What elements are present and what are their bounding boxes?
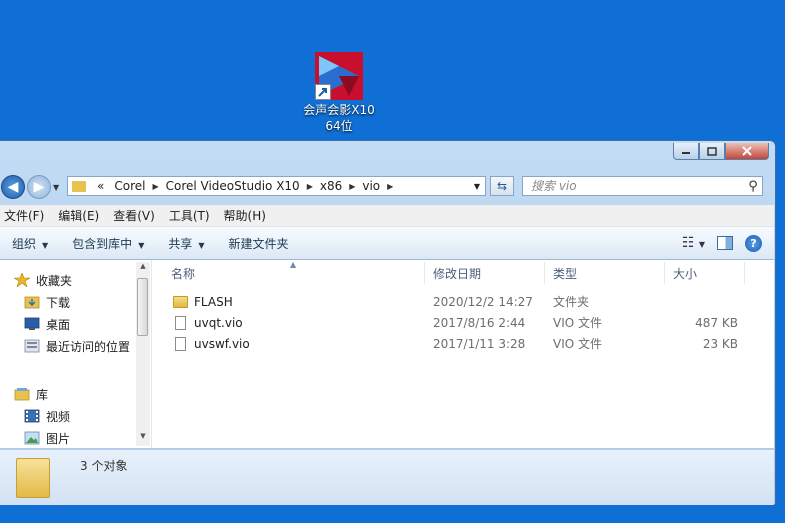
sidebar-item-pictures[interactable]: 图片 — [24, 428, 70, 448]
sidebar-scrollbar[interactable]: ▲ ▼ — [136, 262, 150, 446]
menu-tools[interactable]: 工具(T) — [162, 207, 217, 224]
corel-videostudio-icon — [315, 52, 363, 100]
share-button[interactable]: 共享 ▼ — [160, 235, 212, 252]
change-view-button[interactable]: ☷ ▼ — [682, 235, 705, 251]
navigation-bar: ◀ ▶ ▼ « Corel ▶ Corel VideoStudio X10 ▶ … — [1, 174, 771, 200]
file-size — [665, 291, 738, 312]
item-count: 3 个对象 — [80, 459, 128, 473]
file-name: uvqt.vio — [194, 315, 243, 330]
sidebar-item-recent-places[interactable]: 最近访问的位置 — [24, 336, 130, 356]
star-icon — [12, 272, 32, 288]
column-header-name[interactable]: 名称 ▲ — [153, 260, 425, 284]
breadcrumb-vio[interactable]: vio — [357, 179, 385, 193]
folder-icon — [72, 180, 86, 192]
table-row[interactable]: FLASH 2020/12/2 14:27 文件夹 — [153, 291, 773, 312]
table-row[interactable]: uvswf.vio 2017/1/11 3:28 VIO 文件 23 KB — [153, 333, 773, 354]
file-modified: 2017/1/11 3:28 — [433, 336, 526, 351]
file-list: 名称 ▲ 修改日期 类型 大小 FLASH 2020/12/2 14:27 文件… — [153, 260, 773, 448]
recent-places-icon — [24, 339, 40, 353]
chevron-right-icon[interactable]: ▶ — [347, 182, 357, 191]
include-in-library-button[interactable]: 包含到库中 ▼ — [64, 235, 152, 252]
back-arrow-icon: ◀ — [7, 179, 19, 195]
search-input[interactable] — [523, 179, 744, 193]
column-header-size[interactable]: 大小 — [665, 262, 745, 284]
menu-file[interactable]: 文件(F) — [0, 207, 51, 224]
organize-button[interactable]: 组织 ▼ — [4, 235, 56, 252]
forward-arrow-icon: ▶ — [33, 179, 45, 195]
desktop-icon — [24, 317, 40, 331]
file-type: VIO 文件 — [553, 337, 603, 351]
file-modified: 2017/8/16 2:44 — [433, 315, 526, 330]
desktop-icon-corel-videostudio[interactable]: 会声会影X10 64位 — [298, 52, 380, 134]
address-dropdown-icon[interactable]: ▼ — [469, 182, 485, 191]
file-type: 文件夹 — [553, 295, 590, 309]
breadcrumb-videostudio[interactable]: Corel VideoStudio X10 — [161, 179, 305, 193]
chevron-down-icon: ▼ — [42, 240, 49, 250]
caption-buttons — [673, 143, 769, 160]
sidebar-item-desktop[interactable]: 桌面 — [24, 314, 70, 334]
explorer-window: ◀ ▶ ▼ « Corel ▶ Corel VideoStudio X10 ▶ … — [0, 140, 776, 505]
file-icon — [175, 315, 186, 330]
file-type: VIO 文件 — [553, 316, 603, 330]
chevron-down-icon: ▼ — [698, 240, 705, 249]
preview-pane-icon[interactable] — [717, 236, 733, 250]
sidebar-item-downloads[interactable]: 下载 — [24, 292, 70, 312]
breadcrumb-overflow[interactable]: « — [92, 179, 109, 193]
sort-ascending-icon: ▲ — [290, 260, 297, 269]
library-icon — [14, 387, 30, 401]
table-row[interactable]: uvqt.vio 2017/8/16 2:44 VIO 文件 487 KB — [153, 312, 773, 333]
scroll-down-icon[interactable]: ▼ — [136, 432, 150, 446]
folder-icon — [173, 295, 188, 308]
file-size: 23 KB — [702, 336, 738, 351]
search-box: ⚲ — [522, 176, 763, 196]
file-modified: 2020/12/2 14:27 — [433, 294, 533, 309]
details-pane: 3 个对象 — [0, 449, 774, 505]
close-button[interactable] — [725, 143, 769, 160]
menu-bar: 文件(F) 编辑(E) 查看(V) 工具(T) 帮助(H) — [0, 205, 774, 227]
forward-button[interactable]: ▶ — [27, 175, 51, 199]
breadcrumb-corel[interactable]: Corel — [109, 179, 150, 193]
help-icon[interactable]: ? — [745, 234, 762, 252]
refresh-button[interactable]: ⇆ — [490, 176, 514, 196]
scroll-up-icon[interactable]: ▲ — [136, 262, 150, 276]
downloads-folder-icon — [24, 295, 40, 309]
file-size: 487 KB — [695, 315, 738, 330]
file-icon — [175, 336, 186, 351]
maximize-button[interactable] — [699, 143, 725, 160]
scrollbar-thumb[interactable] — [137, 278, 148, 336]
menu-view[interactable]: 查看(V) — [106, 207, 162, 224]
new-folder-button[interactable]: 新建文件夹 — [221, 235, 297, 252]
shortcut-arrow-icon — [315, 84, 331, 100]
chevron-down-icon: ▼ — [198, 240, 205, 250]
file-name: uvswf.vio — [194, 336, 250, 351]
recent-pages-dropdown[interactable]: ▼ — [53, 183, 59, 192]
video-library-icon — [24, 409, 40, 423]
menu-edit[interactable]: 编辑(E) — [51, 207, 106, 224]
pictures-library-icon — [24, 431, 40, 445]
address-bar[interactable]: « Corel ▶ Corel VideoStudio X10 ▶ x86 ▶ … — [67, 176, 486, 196]
command-bar: 组织 ▼ 包含到库中 ▼ 共享 ▼ 新建文件夹 ☷ ▼ ? — [0, 227, 774, 260]
breadcrumb-x86[interactable]: x86 — [315, 179, 347, 193]
chevron-right-icon[interactable]: ▶ — [305, 182, 315, 191]
sidebar-item-favorites[interactable]: 收藏夹 — [12, 270, 72, 290]
column-header-type[interactable]: 类型 — [545, 262, 665, 284]
refresh-icon: ⇆ — [496, 179, 508, 193]
sidebar-item-libraries[interactable]: 库 — [14, 384, 48, 404]
column-header-modified[interactable]: 修改日期 — [425, 262, 545, 284]
minimize-button[interactable] — [673, 143, 699, 160]
folder-icon — [16, 458, 50, 498]
chevron-right-icon[interactable]: ▶ — [385, 182, 395, 191]
content-area: 收藏夹 下载 桌面 最近访问的位置 库 视频 图片 ▲ ▼ 名称 ▲ 修改日期 … — [0, 260, 774, 448]
chevron-down-icon: ▼ — [138, 240, 145, 250]
sidebar-item-videos[interactable]: 视频 — [24, 406, 70, 426]
menu-help[interactable]: 帮助(H) — [217, 207, 273, 224]
chevron-right-icon[interactable]: ▶ — [150, 182, 160, 191]
search-icon[interactable]: ⚲ — [744, 179, 762, 194]
desktop-icon-label: 会声会影X10 64位 — [303, 103, 375, 133]
navigation-pane: 收藏夹 下载 桌面 最近访问的位置 库 视频 图片 ▲ ▼ — [0, 260, 152, 448]
file-name: FLASH — [194, 294, 233, 309]
back-button[interactable]: ◀ — [1, 175, 25, 199]
